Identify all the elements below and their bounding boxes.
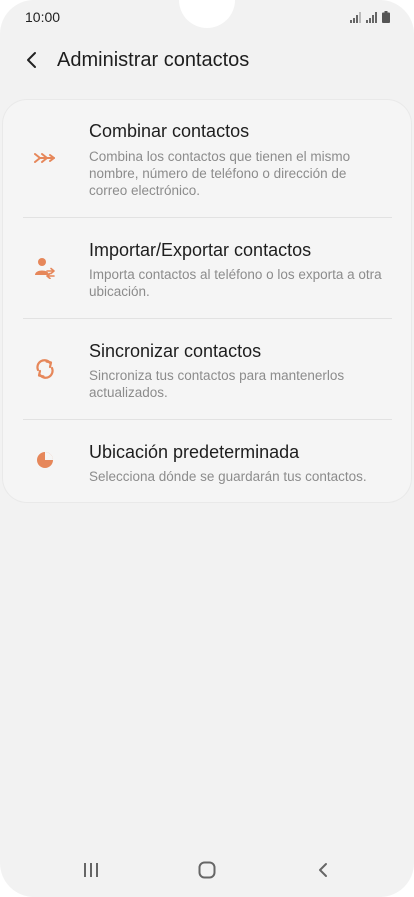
contacts-settings-card: Combinar contactos Combina los contactos…: [3, 100, 411, 502]
status-time: 10:00: [25, 9, 61, 25]
menu-item-title: Importar/Exportar contactos: [89, 240, 312, 260]
system-back-button[interactable]: [305, 858, 341, 886]
recents-icon: [83, 862, 99, 882]
navigation-bar: [0, 848, 414, 896]
battery-icon: [382, 10, 390, 28]
page-title: Administrar contactos: [57, 49, 250, 71]
menu-item-title: Ubicación predeterminada: [89, 442, 300, 462]
app-header: Administrar contactos: [0, 40, 414, 84]
merge-icon: [31, 144, 59, 172]
menu-item-title: Sincronizar contactos: [89, 341, 262, 361]
import-export-icon: [31, 254, 59, 282]
back-icon: [317, 862, 329, 883]
menu-item-sync-contacts[interactable]: Sincronizar contactos Sincroniza tus con…: [3, 319, 411, 419]
signal-icon: [366, 10, 378, 28]
menu-item-description: Selecciona dónde se guardarán tus contac…: [89, 469, 367, 484]
screen: 10:00 Administrar contactos Combinar con…: [0, 0, 414, 897]
menu-item-description: Combina los contactos que tienen el mism…: [89, 149, 351, 198]
menu-item-description: Importa contactos al teléfono o los expo…: [89, 267, 382, 299]
menu-item-import-export[interactable]: Importar/Exportar contactos Importa cont…: [3, 218, 411, 318]
chevron-left-icon: [25, 51, 39, 74]
home-icon: [198, 861, 216, 884]
recents-button[interactable]: [73, 858, 109, 886]
status-icons: [350, 10, 390, 28]
menu-item-merge-contacts[interactable]: Combinar contactos Combina los contactos…: [3, 100, 411, 217]
sync-icon: [31, 355, 59, 383]
status-bar: 10:00: [0, 0, 414, 34]
back-button[interactable]: [18, 48, 46, 76]
menu-item-description: Sincroniza tus contactos para mantenerlo…: [89, 368, 345, 400]
storage-location-icon: [31, 446, 59, 474]
home-button[interactable]: [189, 858, 225, 886]
menu-item-default-location[interactable]: Ubicación predeterminada Selecciona dónd…: [3, 420, 411, 502]
signal-icon: [350, 10, 362, 28]
menu-item-title: Combinar contactos: [89, 121, 250, 141]
